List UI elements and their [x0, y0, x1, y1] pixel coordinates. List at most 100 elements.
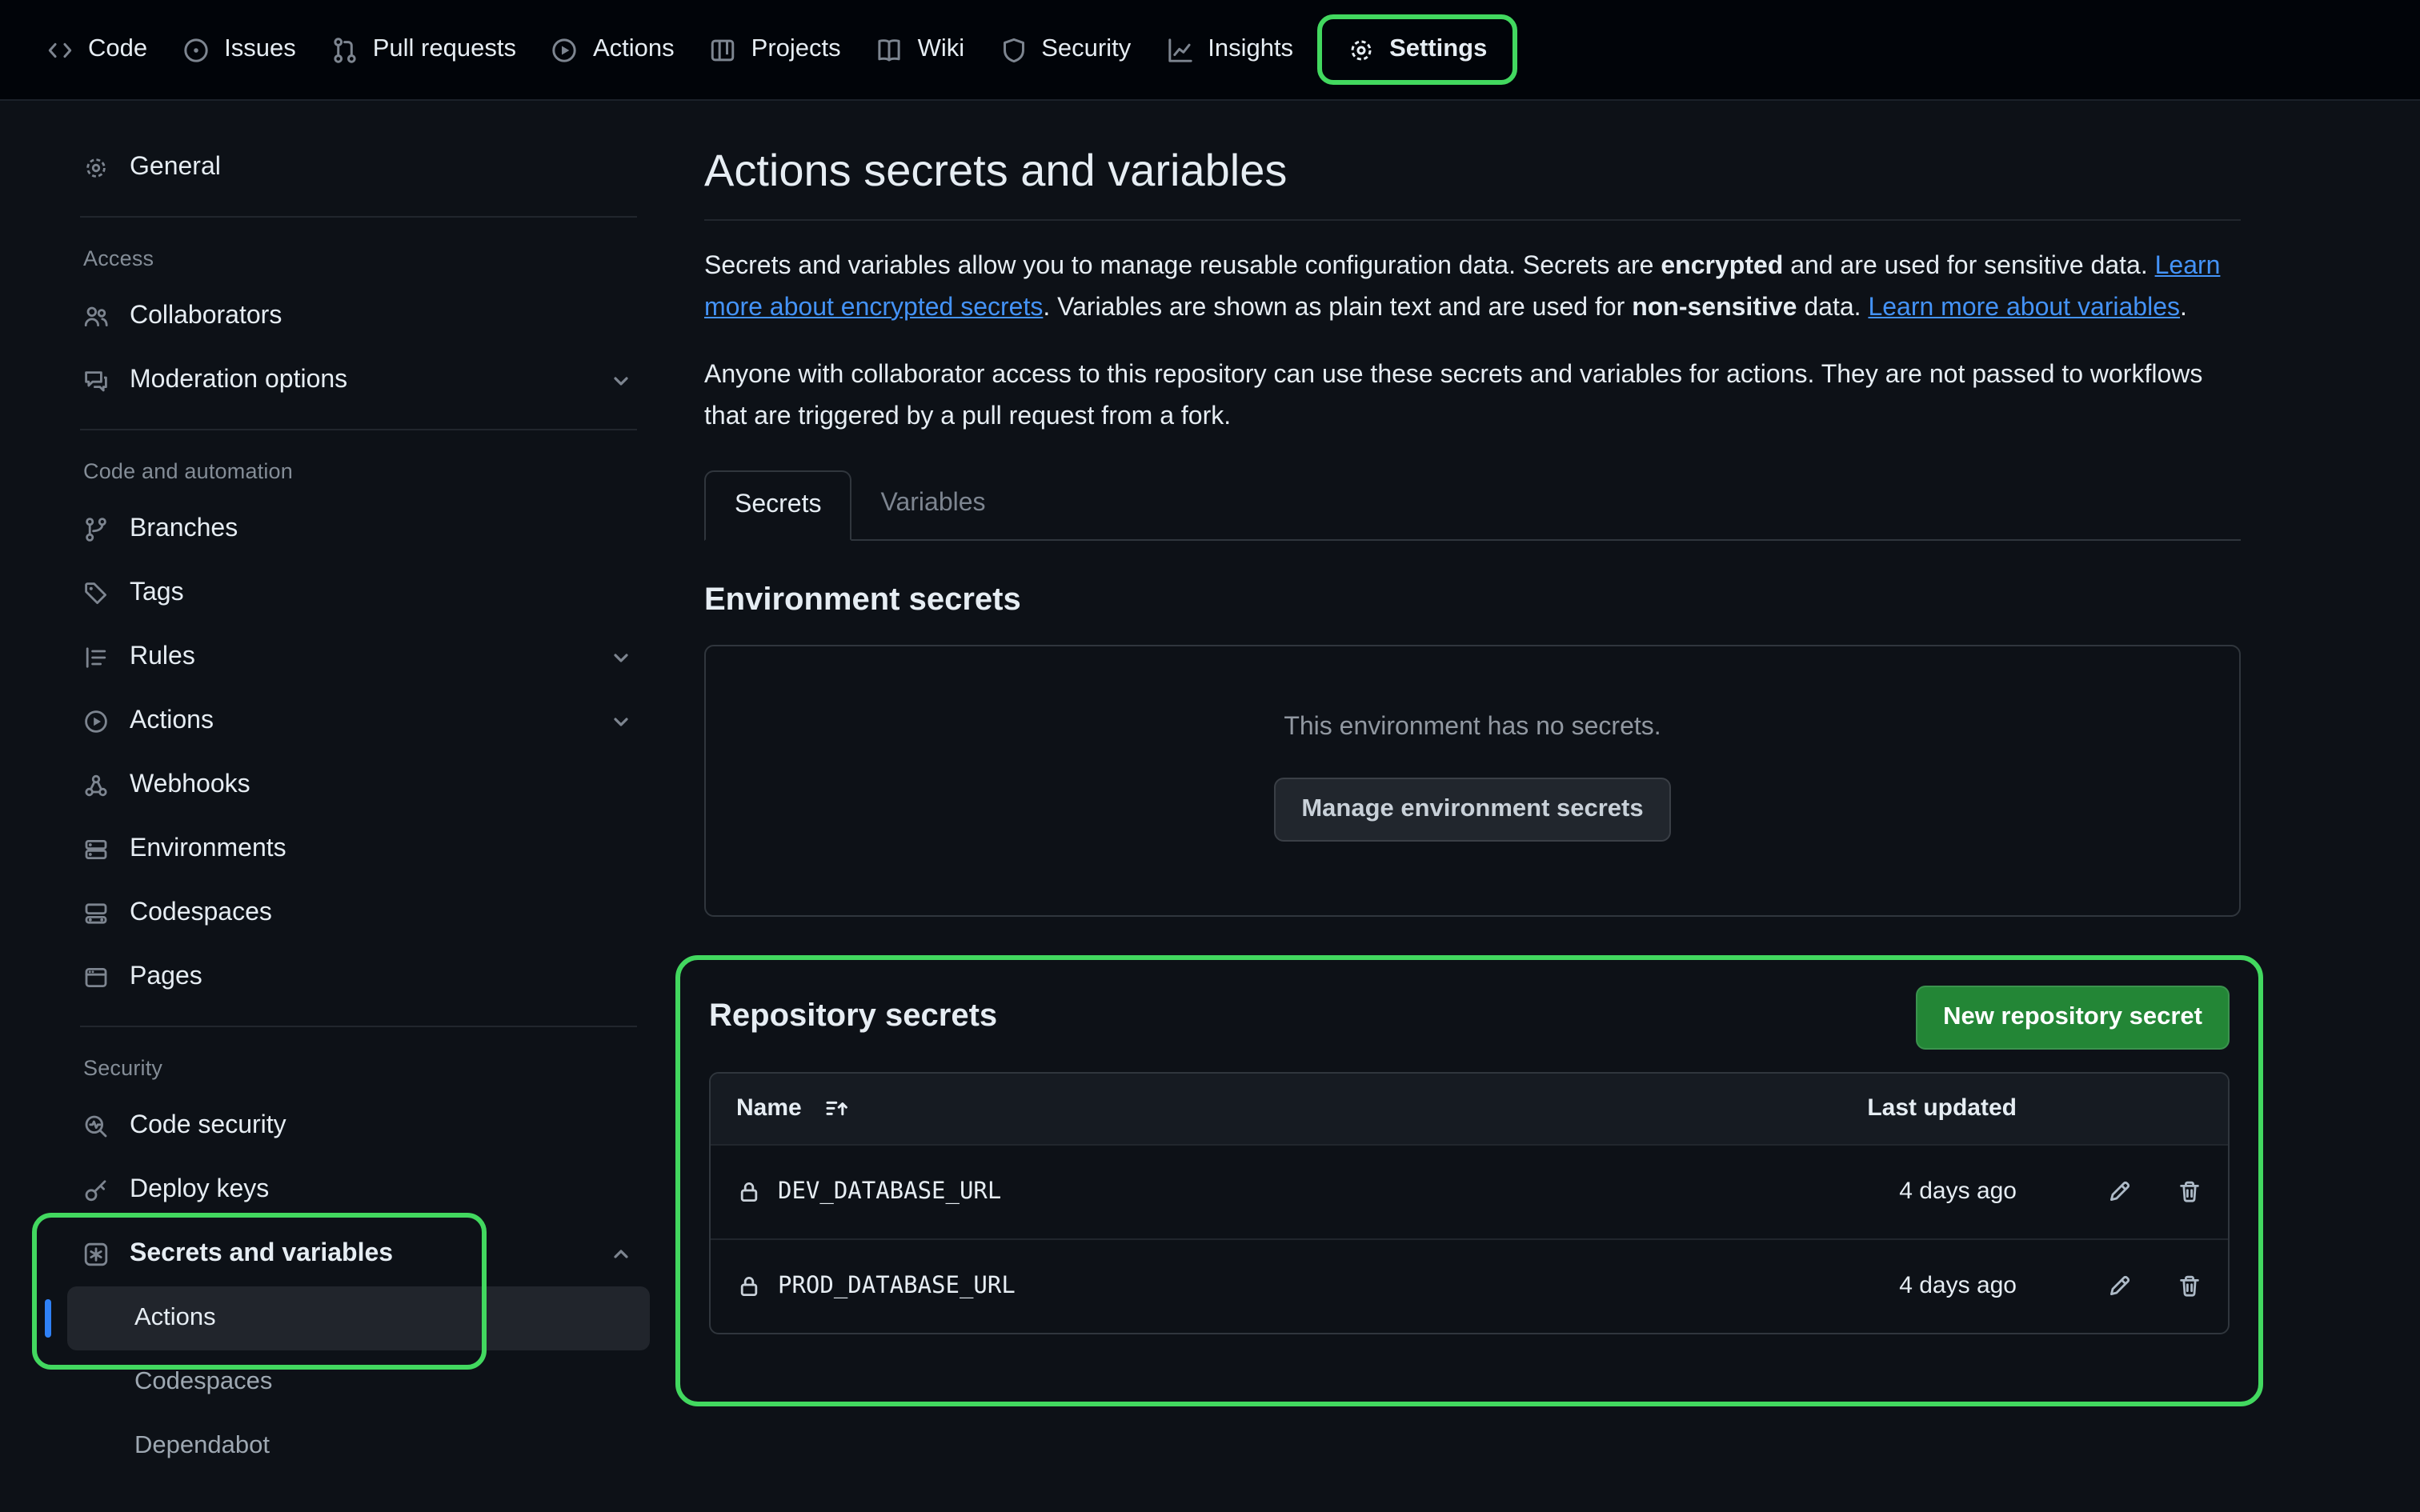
sidebar-item-label: Code security [130, 1112, 286, 1141]
sidebar-subitem-codespaces[interactable]: Codespaces [67, 1350, 650, 1414]
repository-secrets-header-row: Repository secrets New repository secret [709, 986, 2230, 1050]
nav-tab-insights[interactable]: Insights [1148, 24, 1311, 75]
new-repository-secret-button[interactable]: New repository secret [1916, 986, 2230, 1050]
book-icon [876, 36, 903, 63]
secret-name: DEV_DATABASE_URL [778, 1179, 1001, 1205]
shield-icon [1000, 36, 1027, 63]
edit-secret-button[interactable] [2106, 1179, 2132, 1205]
sidebar-item-label: Webhooks [130, 771, 250, 800]
nav-tab-actions[interactable]: Actions [534, 24, 692, 75]
column-header-name: Name [736, 1095, 802, 1122]
webhook-icon [83, 773, 109, 798]
sidebar-item-pages[interactable]: Pages [45, 946, 650, 1010]
tab-variables[interactable]: Variables [852, 470, 1015, 538]
pencil-icon [2106, 1274, 2132, 1299]
sidebar-item-codespaces[interactable]: Codespaces [45, 882, 650, 946]
secret-row-dev-database-url: DEV_DATABASE_URL 4 days ago [711, 1144, 2228, 1238]
nav-tab-label: Issues [224, 35, 296, 64]
nav-tab-label: Settings [1389, 35, 1487, 64]
sidebar-item-branches[interactable]: Branches [45, 498, 650, 562]
sidebar-subitem-label: Actions [134, 1304, 216, 1333]
git-pull-request-icon [331, 36, 359, 63]
intro-bold-encrypted: encrypted [1661, 253, 1783, 280]
nav-tab-label: Insights [1208, 35, 1293, 64]
empty-state-text: This environment has no secrets. [738, 713, 2207, 742]
sort-ascending-icon[interactable] [824, 1096, 850, 1122]
delete-secret-button[interactable] [2177, 1179, 2202, 1205]
issue-opened-icon [182, 36, 210, 63]
nav-tab-pull-requests[interactable]: Pull requests [314, 24, 534, 75]
lock-icon [736, 1274, 762, 1299]
sidebar-item-secrets-and-variables[interactable]: Secrets and variables [45, 1222, 650, 1286]
manage-environment-secrets-button[interactable]: Manage environment secrets [1274, 777, 1670, 841]
trash-icon [2177, 1274, 2202, 1299]
play-icon [551, 36, 579, 63]
secret-last-updated: 4 days ago [1777, 1273, 2017, 1300]
people-icon [83, 304, 109, 330]
sidebar-subitem-label: Codespaces [134, 1368, 272, 1397]
environment-secrets-heading: Environment secrets [704, 582, 2241, 618]
sidebar-subitem-actions[interactable]: Actions [67, 1286, 650, 1350]
chevron-down-icon [608, 368, 634, 394]
delete-secret-button[interactable] [2177, 1274, 2202, 1299]
github-settings-page: Code Issues Pull requests Actions Projec… [0, 0, 2420, 1512]
browser-icon [83, 965, 109, 990]
codescan-icon [83, 1114, 109, 1139]
key-icon [83, 1178, 109, 1203]
settings-sidebar: General Access Collaborators Moderation … [0, 101, 672, 1512]
sidebar-item-code-security[interactable]: Code security [45, 1094, 650, 1158]
sidebar-item-environments[interactable]: Environments [45, 818, 650, 882]
gear-icon [1348, 36, 1375, 63]
table-header-row: Name Last updated [711, 1074, 2228, 1144]
sidebar-item-label: Moderation options [130, 366, 347, 395]
sidebar-item-rules[interactable]: Rules [45, 626, 650, 690]
nav-tab-label: Pull requests [373, 35, 516, 64]
edit-secret-button[interactable] [2106, 1274, 2132, 1299]
sidebar-item-deploy-keys[interactable]: Deploy keys [45, 1158, 650, 1222]
intro-bold-non-sensitive: non-sensitive [1632, 294, 1797, 322]
sidebar-item-label: Environments [130, 835, 286, 864]
sidebar-item-collaborators[interactable]: Collaborators [45, 285, 650, 349]
table-icon [710, 36, 737, 63]
intro-text: and are used for sensitive data. [1783, 253, 2154, 280]
sidebar-item-label: Tags [130, 579, 184, 608]
section-title-security: Security [45, 1043, 650, 1094]
codespaces-icon [83, 901, 109, 926]
secret-name-cell: DEV_DATABASE_URL [736, 1179, 1777, 1205]
tag-icon [83, 581, 109, 606]
sidebar-item-general[interactable]: General [45, 136, 650, 200]
column-header-last-updated: Last updated [1777, 1095, 2017, 1122]
nav-tab-code[interactable]: Code [29, 24, 165, 75]
pencil-icon [2106, 1179, 2132, 1205]
repository-secrets-section: Repository secrets New repository secret… [675, 955, 2263, 1406]
sidebar-item-label: General [130, 154, 221, 182]
nav-tab-projects[interactable]: Projects [692, 24, 859, 75]
gear-icon [83, 155, 109, 181]
intro-text: Secrets and variables allow you to manag… [704, 253, 1661, 280]
repository-secrets-table: Name Last updated DEV_DATABASE_URL 4 day… [709, 1072, 2230, 1334]
tab-secrets[interactable]: Secrets [704, 470, 852, 540]
secret-name: PROD_DATABASE_URL [778, 1274, 1016, 1299]
nav-tab-settings[interactable]: Settings [1330, 24, 1504, 75]
sidebar-item-label: Codespaces [130, 899, 272, 928]
nav-tab-label: Actions [593, 35, 675, 64]
sidebar-subitem-dependabot[interactable]: Dependabot [67, 1414, 650, 1478]
secret-actions-cell [2017, 1274, 2202, 1299]
code-icon [46, 36, 74, 63]
section-title-code-and-automation: Code and automation [45, 446, 650, 498]
nav-tab-security[interactable]: Security [982, 24, 1148, 75]
link-learn-more-variables[interactable]: Learn more about variables [1868, 294, 2180, 322]
nav-tab-label: Wiki [918, 35, 965, 64]
nav-tab-issues[interactable]: Issues [165, 24, 314, 75]
play-icon [83, 709, 109, 734]
sidebar-item-tags[interactable]: Tags [45, 562, 650, 626]
git-branch-icon [83, 517, 109, 542]
rules-icon [83, 645, 109, 670]
sidebar-item-webhooks[interactable]: Webhooks [45, 754, 650, 818]
divider [80, 1026, 637, 1027]
nav-tab-wiki[interactable]: Wiki [859, 24, 983, 75]
server-icon [83, 837, 109, 862]
sidebar-item-moderation-options[interactable]: Moderation options [45, 349, 650, 413]
secrets-and-variables-group: Secrets and variables Actions Codespaces… [45, 1222, 650, 1478]
sidebar-item-actions[interactable]: Actions [45, 690, 650, 754]
